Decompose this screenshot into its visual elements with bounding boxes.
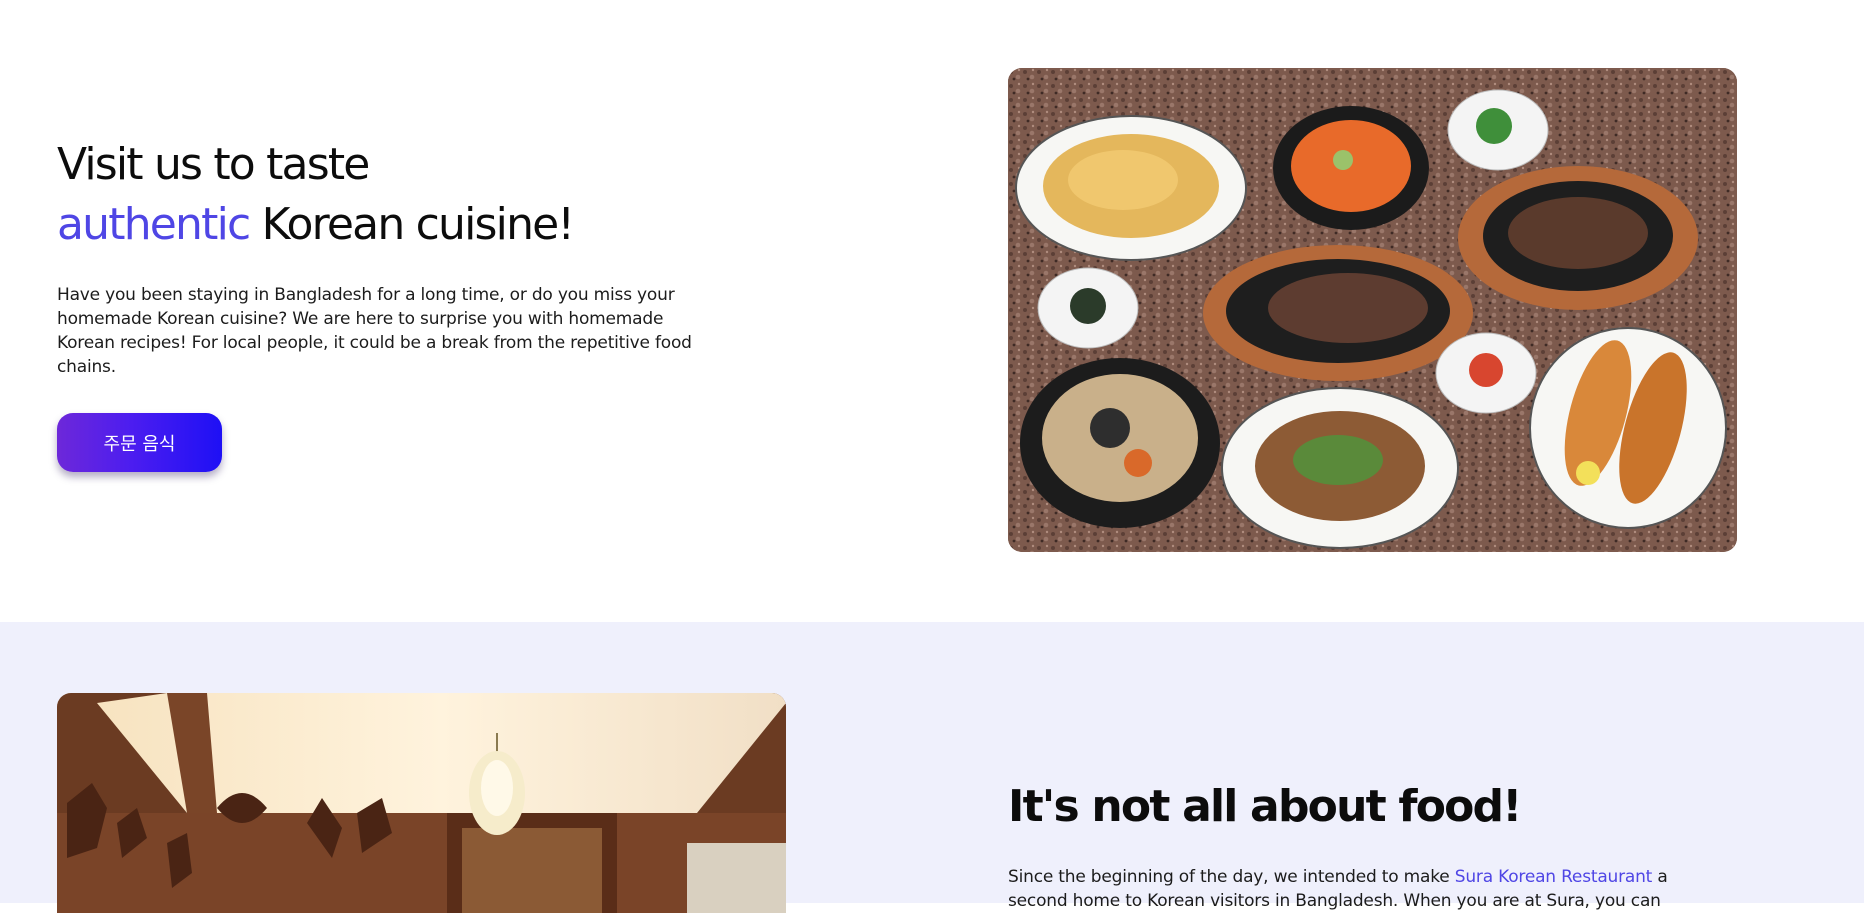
interior-illustration: [57, 693, 786, 913]
about-section: It's not all about food! Since the begin…: [0, 622, 1864, 913]
hero-title-accent: authentic: [57, 199, 251, 250]
hero-title-line1: Visit us to taste: [57, 139, 370, 190]
food-illustration: [1008, 68, 1737, 552]
restaurant-name-link[interactable]: Sura Korean Restaurant: [1455, 867, 1653, 887]
about-text-start: Since the beginning of the day, we inten…: [1008, 867, 1455, 887]
restaurant-interior-photo: [57, 693, 786, 913]
hero-section: Visit us to taste authentic Korean cuisi…: [0, 0, 1864, 622]
hero-title-rest: Korean cuisine!: [249, 199, 575, 250]
about-description: Since the beginning of the day, we inten…: [1008, 865, 1698, 913]
order-food-button[interactable]: 주문 음식: [57, 413, 222, 472]
hero-title: Visit us to taste authentic Korean cuisi…: [57, 135, 575, 255]
korean-food-photo: [1008, 68, 1737, 552]
hero-description: Have you been staying in Bangladesh for …: [57, 285, 692, 377]
about-title: It's not all about food!: [1008, 781, 1522, 832]
